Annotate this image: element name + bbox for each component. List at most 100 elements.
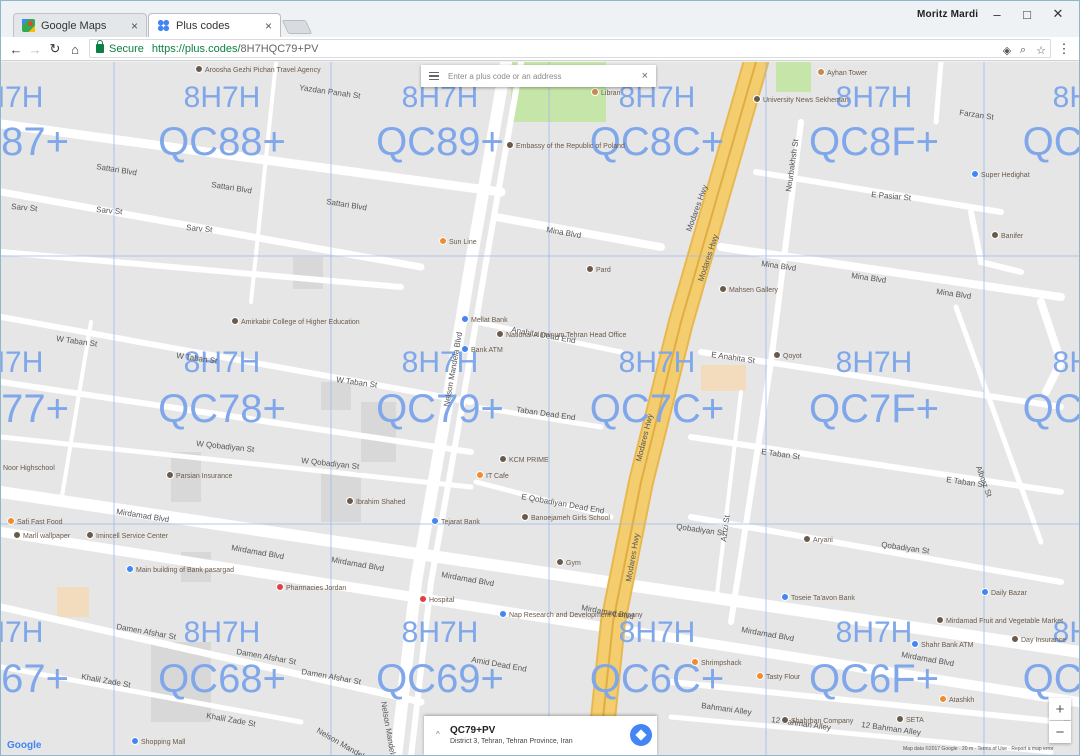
poi-label: Gym <box>566 560 581 567</box>
poi-pin-icon[interactable] <box>496 330 504 338</box>
minimize-button[interactable]: – <box>983 5 1011 23</box>
poi-pin-icon[interactable] <box>896 715 904 723</box>
hamburger-menu-icon[interactable] <box>429 72 439 80</box>
home-button[interactable]: ⌂ <box>66 40 84 58</box>
poi-pin-icon[interactable] <box>781 593 789 601</box>
poi-label: SETA <box>906 717 924 724</box>
poi-pin-icon[interactable] <box>556 558 564 566</box>
poi-label: Banoejameh Girls School <box>531 515 610 522</box>
maximize-button[interactable]: □ <box>1013 5 1041 23</box>
street-label: Farzan St <box>959 108 995 122</box>
poi-pin-icon[interactable] <box>195 65 203 73</box>
poi-pin-icon[interactable] <box>971 170 979 178</box>
street-label: Sarv St <box>11 202 39 213</box>
poi-pin-icon[interactable] <box>13 531 21 539</box>
browser-menu-icon[interactable]: ⋮ <box>1055 40 1073 58</box>
plus-code-info-card[interactable]: ^ QC79+PV District 3, Tehran, Tehran Pro… <box>424 716 657 755</box>
url-text[interactable]: https://plus.codes/8H7HQC79+PV <box>152 43 319 55</box>
tab-plus-codes[interactable]: Plus codes × <box>148 13 281 37</box>
street-label: Azizi St <box>719 514 732 542</box>
poi-pin-icon[interactable] <box>231 317 239 325</box>
map-attribution[interactable]: Map data ©2017 Google · 20 m · Terms of … <box>903 746 1054 752</box>
poi-pin-icon[interactable] <box>803 535 811 543</box>
tab-title: Google Maps <box>41 19 107 32</box>
map-canvas[interactable]: 8H7H QC87+ 8H7H QC88+ 8H7H QC89+ 8H7H QC8C+ 8H7H… <box>1 62 1079 756</box>
poi-label: Safi Fast Food <box>17 519 63 526</box>
plus-code-area-label: 8H7H <box>1 81 43 114</box>
bookmark-star-icon[interactable]: ☆ <box>1034 43 1048 57</box>
poi-pin-icon[interactable] <box>166 471 174 479</box>
poi-pin-icon[interactable] <box>817 68 825 76</box>
poi-pin-icon[interactable] <box>591 88 599 96</box>
poi-pin-icon[interactable] <box>7 517 15 525</box>
forward-button[interactable]: → <box>26 40 44 58</box>
building-highlight <box>57 587 89 617</box>
poi-pin-icon[interactable] <box>781 716 789 724</box>
reload-button[interactable]: ↻ <box>46 40 64 58</box>
poi-pin-icon[interactable] <box>276 583 284 591</box>
street-label: Mirdamad Blvd <box>441 570 495 588</box>
poi-label: Shopping Mall <box>141 739 186 746</box>
poi-pin-icon[interactable] <box>126 565 134 573</box>
poi-pin-icon[interactable] <box>753 95 761 103</box>
search-input[interactable]: Enter a plus code or an address <box>448 72 561 81</box>
clear-search-icon[interactable]: × <box>642 70 648 82</box>
poi-label: Pard <box>596 267 611 274</box>
expand-chevron-icon[interactable]: ^ <box>436 730 440 739</box>
poi-pin-icon[interactable] <box>773 351 781 359</box>
poi-pin-icon[interactable] <box>691 658 699 666</box>
directions-button[interactable] <box>630 724 652 746</box>
tab-close-icon[interactable]: × <box>131 19 138 33</box>
address-bar[interactable]: Secure https://plus.codes/8H7HQC79+PV ◈ … <box>89 39 1051 58</box>
poi-pin-icon[interactable] <box>1011 635 1019 643</box>
poi-pin-icon[interactable] <box>439 237 447 245</box>
poi-pin-icon[interactable] <box>506 141 514 149</box>
poi-pin-icon[interactable] <box>131 737 139 745</box>
plus-code-address: District 3, Tehran, Tehran Province, Ira… <box>450 738 573 745</box>
secure-indicator[interactable]: Secure <box>96 40 144 55</box>
poi-pin-icon[interactable] <box>936 616 944 624</box>
poi-pin-icon[interactable] <box>86 531 94 539</box>
poi-pin-icon[interactable] <box>991 231 999 239</box>
poi-pin-icon[interactable] <box>939 695 947 703</box>
close-window-button[interactable]: ✕ <box>1044 5 1072 23</box>
street-label: Sarv St <box>186 223 214 234</box>
url-path: 8H7HQC79+PV <box>240 42 319 55</box>
poi-label: Sun Line <box>449 239 477 246</box>
tab-google-maps[interactable]: Google Maps × <box>13 13 147 37</box>
poi-label: Marll wallpaper <box>23 533 71 540</box>
back-button[interactable]: ← <box>7 40 25 58</box>
plus-code-search[interactable]: Enter a plus code or an address × <box>421 65 656 87</box>
tab-close-icon[interactable]: × <box>265 19 272 33</box>
plus-code-cell-label: QC77+ <box>1 387 69 431</box>
plus-code-area-label: 8H7H <box>619 616 696 649</box>
poi-label: Tasty Flour <box>766 674 801 681</box>
zoom-icon[interactable]: ⌕ <box>1016 43 1030 57</box>
user-profile-name[interactable]: Moritz Mardi <box>917 9 978 20</box>
poi-pin-icon[interactable] <box>346 497 354 505</box>
poi-pin-icon[interactable] <box>719 285 727 293</box>
poi-pin-icon[interactable] <box>476 471 484 479</box>
poi-pin-icon[interactable] <box>499 455 507 463</box>
zoom-out-button[interactable]: − <box>1049 721 1071 743</box>
poi-pin-icon[interactable] <box>981 588 989 596</box>
poi-pin-icon[interactable] <box>756 672 764 680</box>
poi-pin-icon[interactable] <box>499 610 507 618</box>
street-label: Mirdamad Blvd <box>741 625 795 643</box>
poi-pin-icon[interactable] <box>521 513 529 521</box>
zoom-in-button[interactable]: + <box>1049 698 1071 720</box>
poi-pin-icon[interactable] <box>419 595 427 603</box>
poi-pin-icon[interactable] <box>461 345 469 353</box>
new-tab-button[interactable] <box>281 20 313 34</box>
plus-code-cell-label: QC78+ <box>158 387 286 431</box>
street-label: Nelson Mandela Blvd <box>315 726 385 756</box>
translate-icon[interactable]: ◈ <box>1000 43 1014 57</box>
poi-label: Ibrahim Shahed <box>356 499 406 506</box>
poi-pin-icon[interactable] <box>431 517 439 525</box>
map-drawing[interactable]: 8H7H QC87+ 8H7H QC88+ 8H7H QC89+ 8H7H QC8C+ 8H7H… <box>1 62 1079 756</box>
poi-pin-icon[interactable] <box>911 640 919 648</box>
plus-code-area-label: 8H7H <box>836 616 913 649</box>
poi-pin-icon[interactable] <box>586 265 594 273</box>
plus-code-cell-label: QC89+ <box>376 120 504 164</box>
poi-pin-icon[interactable] <box>461 315 469 323</box>
